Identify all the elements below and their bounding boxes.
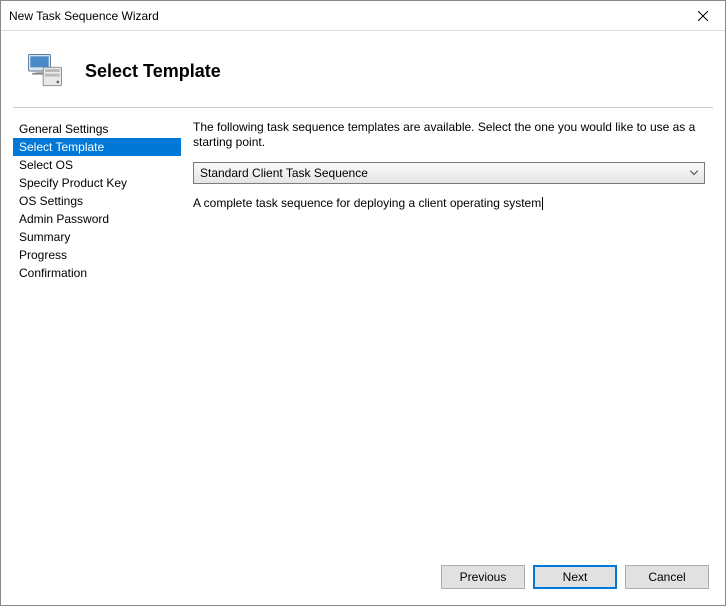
next-button[interactable]: Next <box>533 565 617 589</box>
instruction-text: The following task sequence templates ar… <box>193 120 705 150</box>
close-icon <box>698 11 708 21</box>
sidebar-item-label: OS Settings <box>19 194 83 208</box>
sidebar-item-label: Summary <box>19 230 70 244</box>
sidebar: General Settings Select Template Select … <box>13 120 181 543</box>
window-title: New Task Sequence Wizard <box>9 9 159 23</box>
main-panel: The following task sequence templates ar… <box>193 120 713 543</box>
computer-icon <box>23 49 67 93</box>
sidebar-item-label: Select Template <box>19 140 104 154</box>
sidebar-item-label: Confirmation <box>19 266 87 280</box>
previous-button[interactable]: Previous <box>441 565 525 589</box>
body: General Settings Select Template Select … <box>1 108 725 555</box>
footer: Previous Next Cancel <box>1 555 725 605</box>
sidebar-item-specify-product-key[interactable]: Specify Product Key <box>13 174 181 192</box>
sidebar-item-progress[interactable]: Progress <box>13 246 181 264</box>
sidebar-item-select-template[interactable]: Select Template <box>13 138 181 156</box>
sidebar-item-admin-password[interactable]: Admin Password <box>13 210 181 228</box>
close-button[interactable] <box>681 1 725 31</box>
header: Select Template <box>1 31 725 107</box>
sidebar-item-summary[interactable]: Summary <box>13 228 181 246</box>
sidebar-item-general-settings[interactable]: General Settings <box>13 120 181 138</box>
sidebar-item-label: Specify Product Key <box>19 176 127 190</box>
chevron-down-icon <box>690 171 698 176</box>
description-text-value: A complete task sequence for deploying a… <box>193 196 541 210</box>
text-cursor <box>542 197 543 210</box>
sidebar-item-label: Progress <box>19 248 67 262</box>
sidebar-item-label: Admin Password <box>19 212 109 226</box>
template-description: A complete task sequence for deploying a… <box>193 196 705 211</box>
page-title: Select Template <box>85 61 221 82</box>
sidebar-item-select-os[interactable]: Select OS <box>13 156 181 174</box>
dropdown-selected-value: Standard Client Task Sequence <box>200 166 368 180</box>
sidebar-item-os-settings[interactable]: OS Settings <box>13 192 181 210</box>
cancel-button[interactable]: Cancel <box>625 565 709 589</box>
template-dropdown[interactable]: Standard Client Task Sequence <box>193 162 705 184</box>
titlebar: New Task Sequence Wizard <box>1 1 725 31</box>
sidebar-item-label: Select OS <box>19 158 73 172</box>
sidebar-item-label: General Settings <box>19 122 108 136</box>
sidebar-item-confirmation[interactable]: Confirmation <box>13 264 181 282</box>
